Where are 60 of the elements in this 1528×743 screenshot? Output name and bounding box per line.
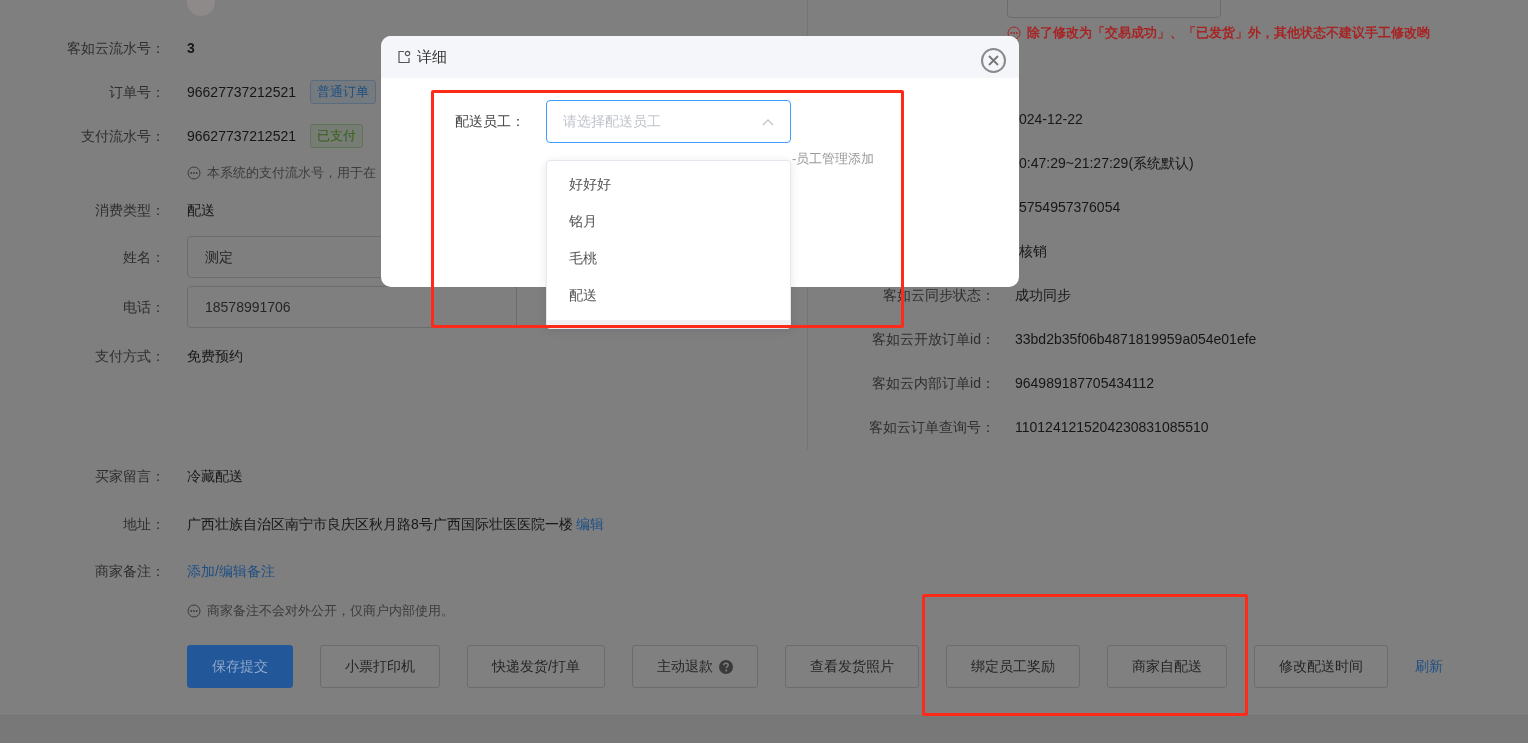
- info-icon: [1007, 26, 1021, 40]
- field-label: 商家备注：: [94, 561, 165, 581]
- action-button[interactable]: 修改配送时间: [1253, 645, 1388, 688]
- status-tag: 已支付: [310, 124, 363, 148]
- field-value: 33bd2b35f06b4871819959a054e01efe: [1015, 329, 1257, 349]
- field-value: 广西壮族自治区南宁市良庆区秋月路8号广西国际壮医医院一楼: [187, 514, 573, 534]
- info-icon: [187, 604, 201, 618]
- close-icon: [988, 55, 999, 66]
- action-button[interactable]: 商家自配送: [1106, 645, 1227, 688]
- hint-text: 本系统的支付流水号，用于在: [207, 164, 376, 183]
- dropdown-option[interactable]: 好好好: [547, 166, 790, 203]
- edit-icon: [397, 50, 411, 64]
- field-label: 客如云开放订单id：: [871, 329, 995, 349]
- field-value: 96627737212521: [187, 126, 296, 146]
- hint-text: -员工管理添加: [792, 150, 875, 168]
- dropdown-option[interactable]: 铭月: [547, 203, 790, 240]
- warning-text: 除了修改为「交易成功」、「已发货」外，其他状态不建议手工修改哟: [1027, 24, 1430, 43]
- action-button[interactable]: 主动退款: [631, 645, 758, 688]
- field-label: 订单号：: [108, 82, 165, 102]
- action-button[interactable]: 查看发货照片: [784, 645, 919, 688]
- refresh-link[interactable]: 刷新: [1414, 645, 1443, 688]
- field-value: 冷藏配送: [187, 466, 243, 486]
- field-value: 024-12-22: [1019, 109, 1083, 129]
- field-value: 核销: [1019, 241, 1047, 261]
- status-tag: 普通订单: [310, 80, 376, 104]
- info-icon: [187, 166, 201, 180]
- field-label: 买家留言：: [94, 466, 165, 486]
- field-value: 配送: [187, 200, 215, 220]
- dialog-title: 详细: [417, 46, 447, 67]
- action-button[interactable]: 保存提交: [187, 645, 293, 688]
- action-button[interactable]: 小票打印机: [320, 645, 440, 688]
- field-label: 地址：: [122, 514, 165, 534]
- close-button[interactable]: [981, 48, 1006, 73]
- field-value: 0:47:29~21:27:29(系统默认): [1019, 153, 1194, 173]
- help-icon: [718, 659, 733, 674]
- field-label: 支付流水号：: [80, 126, 165, 146]
- field-label: 客如云内部订单id：: [871, 373, 995, 393]
- dropdown-option[interactable]: 毛桃: [547, 240, 790, 277]
- field-label: 姓名：: [122, 247, 165, 267]
- select-placeholder: 请选择配送员工: [563, 112, 661, 131]
- field-label: 客如云订单查询号：: [868, 417, 995, 437]
- input-field[interactable]: 18578991706: [187, 286, 517, 328]
- edit-link[interactable]: 编辑: [576, 513, 605, 535]
- hint-text: 商家备注不会对外公开，仅商户内部使用。: [207, 602, 454, 621]
- dropdown-option[interactable]: 配送: [547, 277, 790, 314]
- field-value: 96627737212521: [187, 82, 296, 102]
- field-value: 成功同步: [1015, 285, 1071, 305]
- action-button[interactable]: 绑定员工奖励: [945, 645, 1080, 688]
- field-value: 3: [187, 38, 195, 58]
- field-label: 客如云流水号：: [66, 38, 165, 58]
- edit-note-link[interactable]: 添加/编辑备注: [187, 560, 275, 582]
- field-value: 1101241215204230831085510: [1015, 417, 1209, 437]
- field-label: 电话：: [122, 297, 165, 317]
- field-label: 配送员工：: [455, 112, 525, 131]
- field-label: 消费类型：: [94, 200, 165, 220]
- action-button[interactable]: 快递发货/打单: [467, 645, 605, 688]
- field-value: 5754957376054: [1019, 197, 1121, 217]
- field-value: 免费预约: [187, 346, 243, 366]
- field-value: 964989187705434112: [1015, 373, 1155, 393]
- field-label: 支付方式：: [94, 346, 165, 366]
